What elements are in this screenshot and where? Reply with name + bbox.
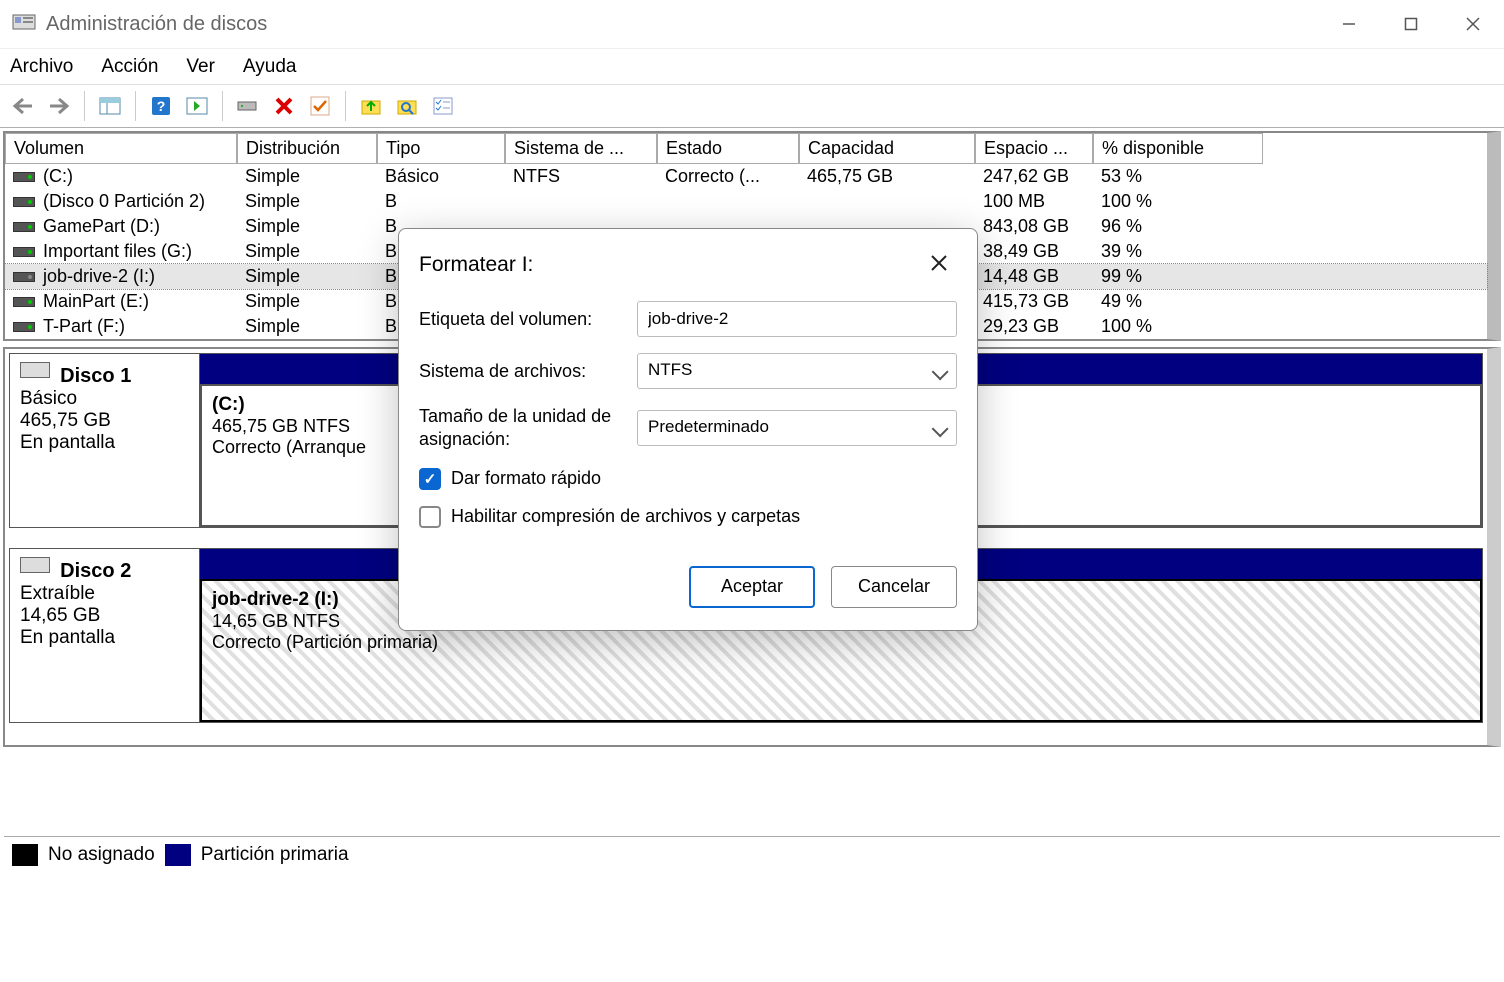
check-icon[interactable] (305, 91, 335, 121)
disk-name: Disco 2 (60, 560, 131, 583)
disk-type: Básico (20, 388, 189, 410)
disk-size: 465,75 GB (20, 410, 189, 432)
maximize-button[interactable] (1380, 0, 1442, 48)
menu-view[interactable]: Ver (186, 56, 215, 78)
allocation-select[interactable]: Predeterminado (637, 410, 957, 446)
delete-icon[interactable] (269, 91, 299, 121)
close-icon (930, 254, 948, 272)
col-capacity[interactable]: Capacidad (799, 133, 975, 164)
window-controls (1318, 0, 1504, 48)
col-status[interactable]: Estado (657, 133, 799, 164)
help-icon[interactable]: ? (146, 91, 176, 121)
drive-icon (13, 222, 35, 232)
dialog-title: Formatear I: (419, 253, 921, 277)
col-filesystem[interactable]: Sistema de ... (505, 133, 657, 164)
legend-primary-swatch (165, 844, 191, 866)
table-header: Volumen Distribución Tipo Sistema de ...… (5, 133, 1487, 164)
rescan-icon[interactable] (233, 91, 263, 121)
cancel-button[interactable]: Cancelar (831, 566, 957, 608)
quick-format-label: Dar formato rápido (451, 468, 601, 489)
folder-up-icon[interactable] (356, 91, 386, 121)
drive-icon (13, 322, 35, 332)
compression-checkbox[interactable] (419, 506, 441, 528)
forward-icon[interactable] (44, 91, 74, 121)
ok-button[interactable]: Aceptar (689, 566, 815, 608)
disk-icon (20, 362, 50, 378)
back-icon[interactable] (8, 91, 38, 121)
close-button[interactable] (1442, 0, 1504, 48)
disk-status: En pantalla (20, 627, 189, 649)
disk-size: 14,65 GB (20, 605, 189, 627)
filesystem-select[interactable]: NTFS (637, 353, 957, 389)
table-row[interactable]: (C:)SimpleBásicoNTFSCorrecto (...465,75 … (5, 164, 1487, 189)
col-layout[interactable]: Distribución (237, 133, 377, 164)
dialog-titlebar: Formatear I: (399, 229, 977, 291)
list-check-icon[interactable] (428, 91, 458, 121)
svg-text:?: ? (157, 98, 166, 114)
col-free[interactable]: Espacio ... (975, 133, 1093, 164)
titlebar: Administración de discos (0, 0, 1504, 48)
col-type[interactable]: Tipo (377, 133, 505, 164)
drive-icon (13, 197, 35, 207)
disk-info: Disco 2 Extraíble 14,65 GB En pantalla (10, 549, 200, 722)
folder-search-icon[interactable] (392, 91, 422, 121)
dialog-buttons: Aceptar Cancelar (399, 552, 977, 630)
disk-type: Extraíble (20, 583, 189, 605)
col-volume[interactable]: Volumen (5, 133, 237, 164)
drive-icon (13, 272, 35, 282)
allocation-value: Predeterminado (648, 417, 769, 436)
toolbar: ? (0, 84, 1504, 128)
disk-name: Disco 1 (60, 365, 131, 388)
menu-file[interactable]: Archivo (10, 56, 73, 78)
legend-primary-label: Partición primaria (201, 844, 349, 866)
legend-unassigned-label: No asignado (48, 844, 155, 866)
menu-action[interactable]: Acción (101, 56, 158, 78)
table-row[interactable]: (Disco 0 Partición 2)SimpleB100 MB100 % (5, 189, 1487, 214)
label-allocation: Tamaño de la unidad de asignación: (419, 405, 637, 452)
label-filesystem: Sistema de archivos: (419, 361, 637, 382)
app-icon (12, 14, 36, 34)
drive-icon (13, 297, 35, 307)
menu-help[interactable]: Ayuda (243, 56, 297, 78)
compression-label: Habilitar compresión de archivos y carpe… (451, 506, 800, 527)
disk-icon (20, 557, 50, 573)
minimize-button[interactable] (1318, 0, 1380, 48)
dialog-body: Etiqueta del volumen: Sistema de archivo… (399, 291, 977, 552)
filesystem-value: NTFS (648, 360, 692, 379)
legend: No asignado Partición primaria (4, 836, 1500, 872)
volume-label-input[interactable] (637, 301, 957, 337)
window-title: Administración de discos (46, 13, 1318, 36)
drive-icon (13, 247, 35, 257)
disk-status: En pantalla (20, 432, 189, 454)
format-dialog: Formatear I: Etiqueta del volumen: Siste… (398, 228, 978, 631)
menubar: Archivo Acción Ver Ayuda (0, 48, 1504, 84)
partition-state: Correcto (Partición primaria) (212, 632, 1470, 653)
disk-info: Disco 1 Básico 465,75 GB En pantalla (10, 354, 200, 527)
drive-icon (13, 172, 35, 182)
label-volume: Etiqueta del volumen: (419, 309, 637, 330)
quick-format-checkbox[interactable] (419, 468, 441, 490)
refresh-icon[interactable] (182, 91, 212, 121)
legend-unassigned-swatch (12, 844, 38, 866)
panel-icon[interactable] (95, 91, 125, 121)
col-percent[interactable]: % disponible (1093, 133, 1263, 164)
dialog-close-button[interactable] (921, 247, 957, 283)
